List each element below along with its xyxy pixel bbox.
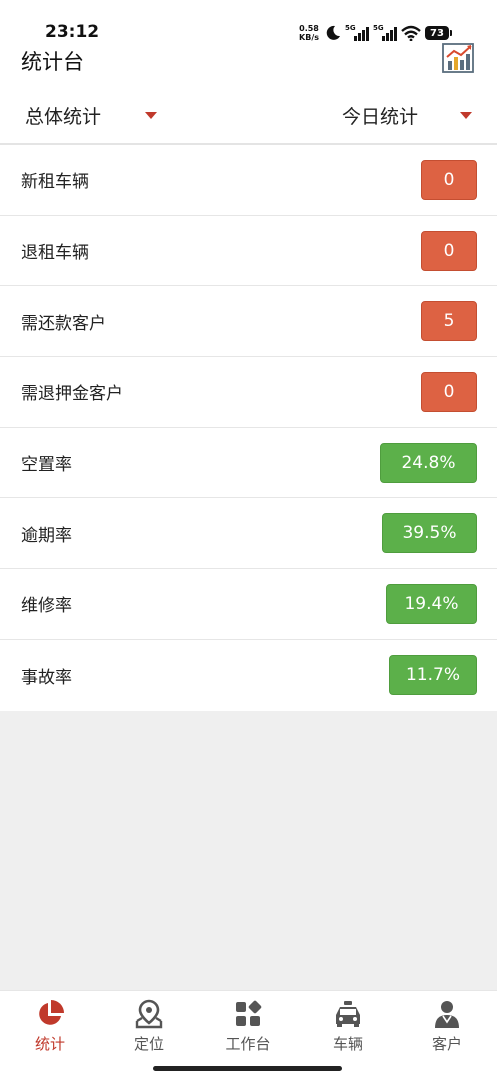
stat-row-returned-rentals[interactable]: 退租车辆 0 — [0, 216, 497, 287]
nav-label: 定位 — [133, 1035, 164, 1053]
status-icons: 0.58 KB/s 5G 5G 73 — [299, 22, 452, 44]
stat-row-repayment-customers[interactable]: 需还款客户 5 — [0, 286, 497, 358]
stat-value-badge: 39.5% — [382, 513, 477, 554]
nav-label: 统计 — [34, 1035, 65, 1053]
status-time: 23:12 — [45, 22, 100, 42]
signal-icon: 5G — [345, 24, 369, 41]
tab-workbench[interactable]: 工作台 — [208, 999, 288, 1055]
location-pin-icon — [135, 999, 163, 1029]
pie-chart-icon — [39, 1000, 64, 1025]
stat-value-badge: 5 — [421, 301, 477, 342]
battery-icon: 73 — [425, 26, 452, 40]
chevron-down-icon[interactable] — [145, 112, 157, 119]
stat-value-badge: 0 — [421, 230, 477, 271]
network-speed: 0.58 KB/s — [299, 24, 319, 42]
stat-row-accident-rate[interactable]: 事故率 11.7% — [0, 640, 497, 711]
status-bar: 23:12 0.58 KB/s 5G 5G 73 — [0, 0, 497, 44]
page-title: 统计台 — [21, 50, 84, 74]
stat-label: 退租车辆 — [21, 243, 89, 264]
stats-list: 新租车辆 0 退租车辆 0 需还款客户 5 需退押金客户 0 空置率 24.8%… — [0, 145, 497, 711]
tab-vehicles[interactable]: 车辆 — [308, 999, 388, 1055]
stat-row-vacancy-rate[interactable]: 空置率 24.8% — [0, 428, 497, 499]
home-indicator[interactable] — [153, 1066, 342, 1071]
stat-row-repair-rate[interactable]: 维修率 19.4% — [0, 569, 497, 640]
stat-label: 空置率 — [21, 455, 72, 476]
today-stats-dropdown[interactable]: 今日统计 — [342, 102, 418, 129]
stat-label: 需退押金客户 — [21, 384, 123, 405]
stat-row-deposit-refund-customers[interactable]: 需退押金客户 0 — [0, 357, 497, 428]
chevron-down-icon[interactable] — [460, 112, 472, 119]
tab-customers[interactable]: 客户 — [407, 999, 487, 1055]
tab-location[interactable]: 定位 — [109, 999, 189, 1055]
stat-label: 维修率 — [21, 596, 72, 617]
nav-label: 车辆 — [332, 1035, 363, 1053]
overall-stats-dropdown[interactable]: 总体统计 — [25, 102, 101, 129]
moon-icon — [326, 25, 340, 40]
stat-value-badge: 24.8% — [380, 442, 477, 483]
stat-value-badge: 19.4% — [386, 584, 477, 625]
stat-row-overdue-rate[interactable]: 逾期率 39.5% — [0, 498, 497, 570]
stat-value-badge: 0 — [421, 160, 477, 200]
header-area: 23:12 0.58 KB/s 5G 5G 73 统计台 总体统计 今日统计 — [0, 0, 497, 145]
stat-value-badge: 11.7% — [389, 654, 477, 695]
stat-value-badge: 0 — [421, 372, 477, 413]
stat-label: 逾期率 — [21, 525, 72, 546]
person-icon — [435, 1001, 459, 1028]
stat-label: 事故率 — [21, 667, 72, 688]
chart-report-icon[interactable] — [441, 42, 477, 74]
nav-label: 工作台 — [225, 1035, 271, 1053]
car-icon — [336, 1001, 360, 1027]
apps-grid-icon — [236, 1000, 262, 1026]
stat-row-new-rentals[interactable]: 新租车辆 0 — [0, 145, 497, 216]
stat-label: 新租车辆 — [21, 172, 89, 193]
signal-icon: 5G — [373, 24, 397, 41]
nav-label: 客户 — [431, 1035, 462, 1053]
wifi-icon — [401, 25, 421, 41]
stat-label: 需还款客户 — [21, 313, 106, 334]
tab-statistics[interactable]: 统计 — [10, 999, 90, 1055]
